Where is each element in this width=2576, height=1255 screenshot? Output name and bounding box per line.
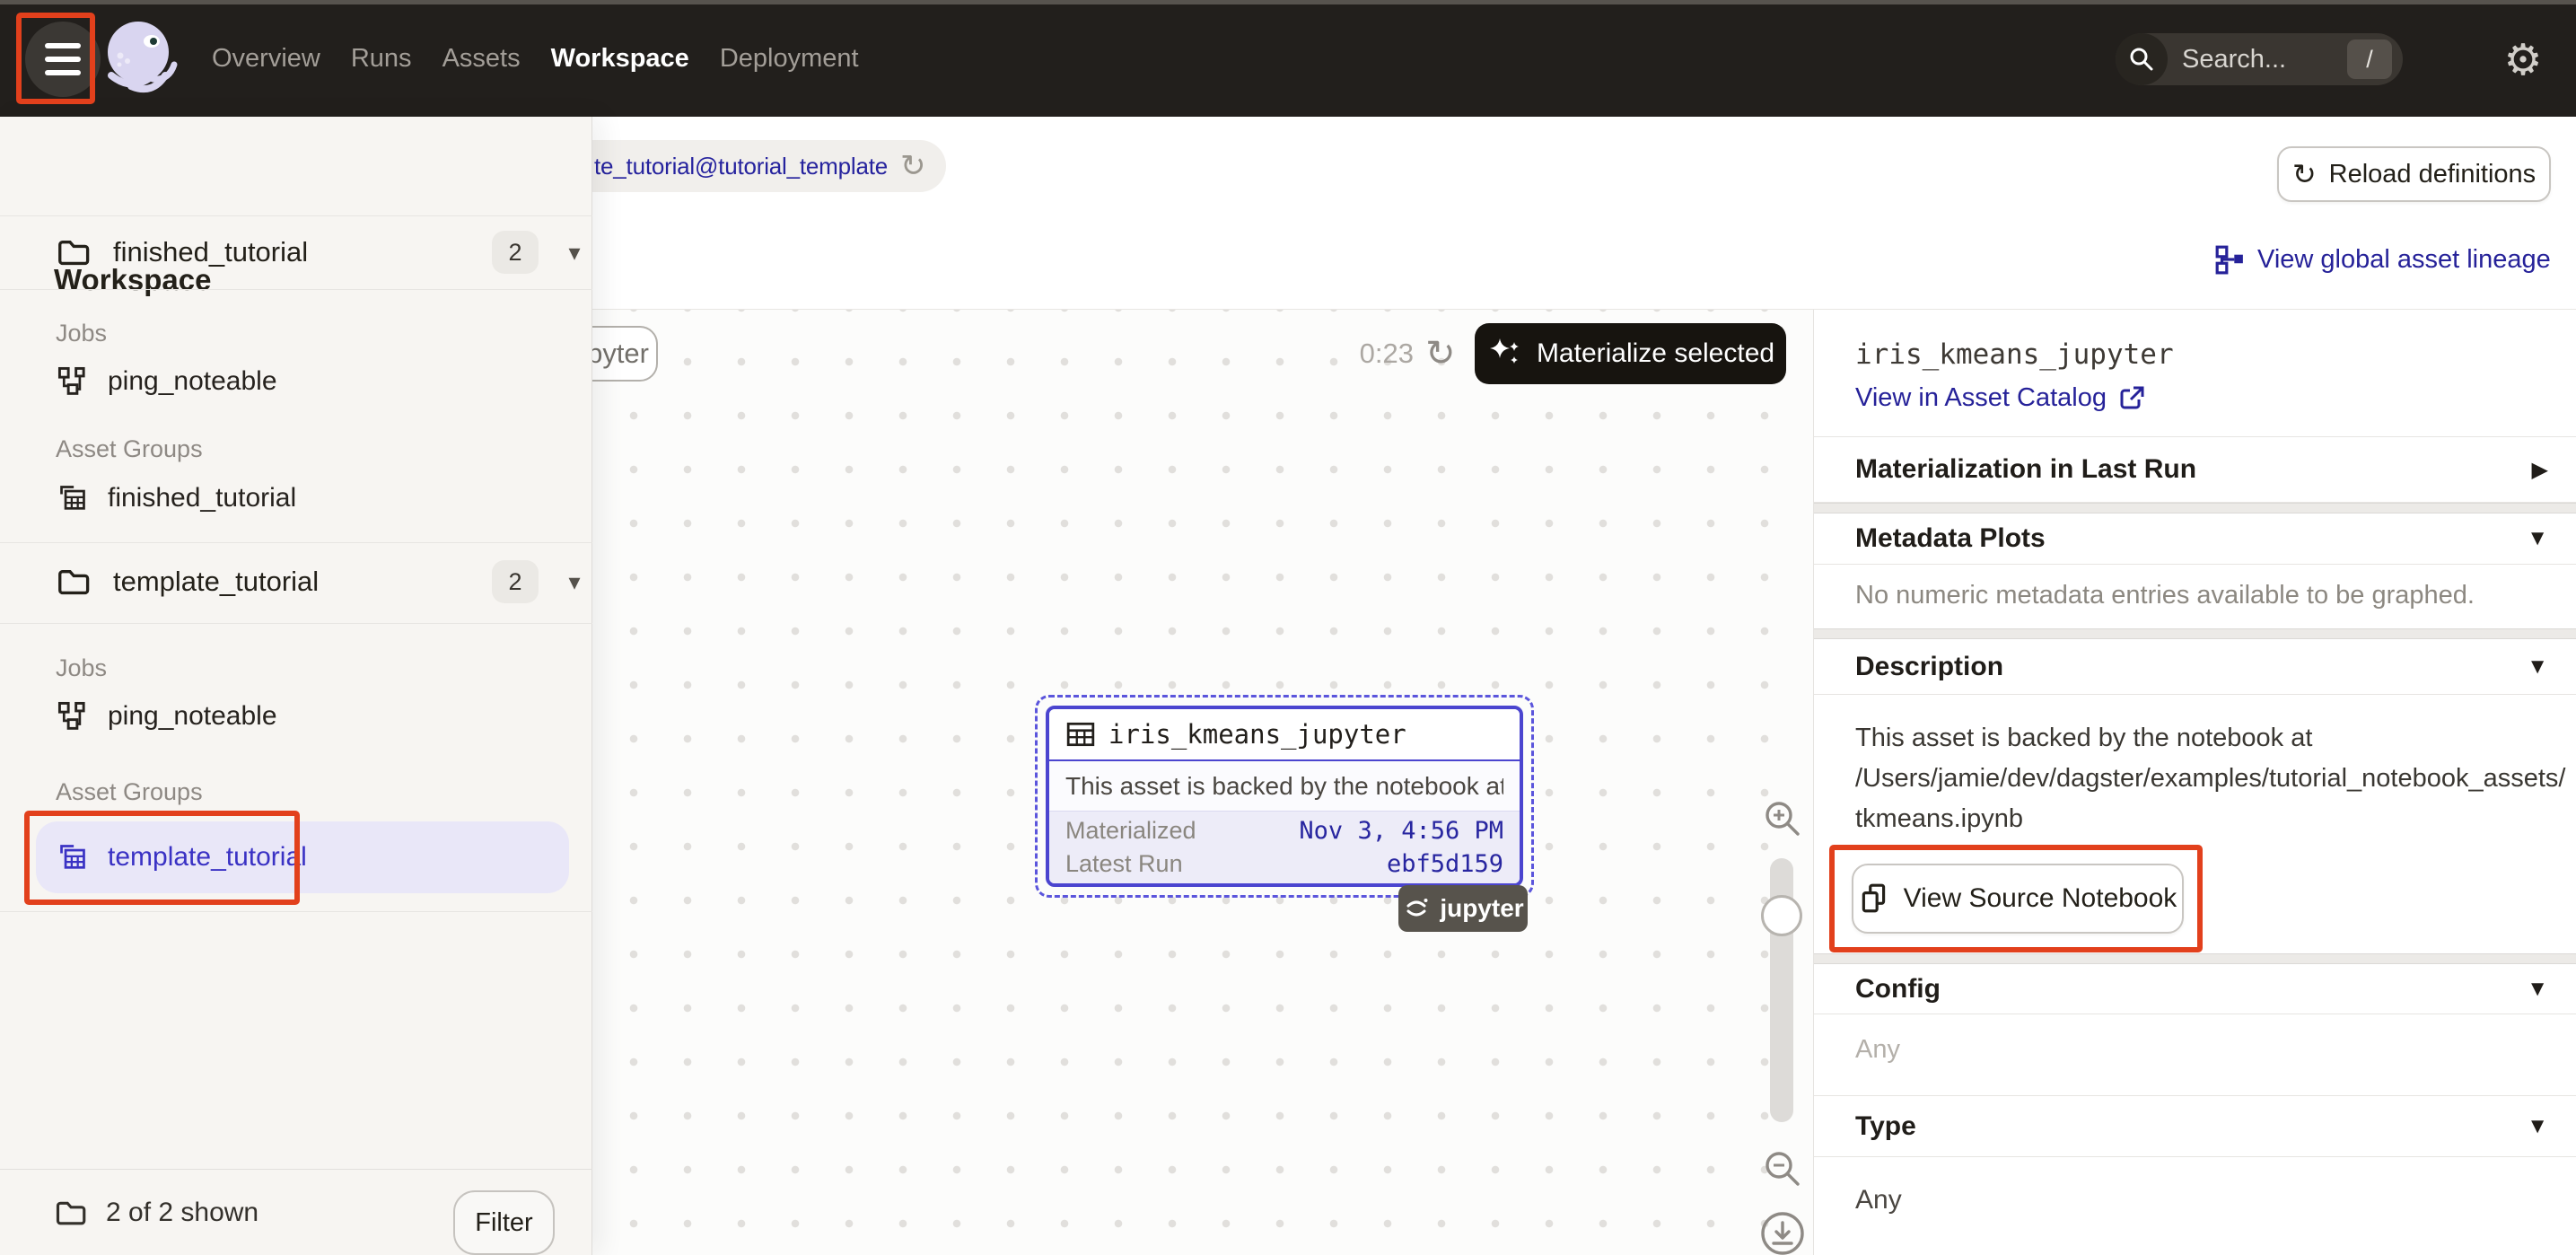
caret-down-icon[interactable]: ▼ <box>2527 977 2548 1002</box>
asset-groups-section-label: Asset Groups <box>56 778 203 806</box>
section-description[interactable]: Description ▼ <box>1814 639 2576 695</box>
hamburger-menu-button[interactable] <box>25 22 101 97</box>
jobs-section-label: Jobs <box>56 654 107 682</box>
copy-notebook-icon <box>1859 882 1889 915</box>
zoom-slider-thumb[interactable] <box>1761 895 1802 936</box>
section-separator <box>1814 628 2576 639</box>
nav-workspace[interactable]: Workspace <box>551 44 689 74</box>
shown-count-text: 2 of 2 shown <box>106 1198 258 1228</box>
repo-reload-icon[interactable]: ↻ <box>900 151 926 181</box>
search-input[interactable] <box>2180 44 2324 75</box>
workspace-sidebar: Workspace finished_tutorial 2 ▾ Jobs pin… <box>0 117 592 1255</box>
dagster-app-window: Overview Runs Assets Workspace Deploymen… <box>0 0 2576 1255</box>
zoom-out-icon[interactable] <box>1761 1147 1804 1190</box>
materialized-timestamp[interactable]: Nov 3, 4:56 PM <box>1299 817 1503 845</box>
type-value: Any <box>1855 1185 1902 1216</box>
repo-count-badge: 2 <box>492 560 539 603</box>
caret-right-icon[interactable]: ▶ <box>2532 457 2548 483</box>
chevron-down-icon[interactable]: ▾ <box>556 568 592 596</box>
view-global-asset-lineage-link[interactable]: View global asset lineage <box>2214 244 2551 275</box>
section-config[interactable]: Config ▼ <box>1814 964 2576 1014</box>
search-shortcut-key: / <box>2347 39 2392 79</box>
repo-finished-tutorial-header[interactable]: finished_tutorial 2 ▾ <box>0 216 592 288</box>
jupyter-icon <box>1402 894 1431 923</box>
divider <box>0 623 592 624</box>
view-source-notebook-button[interactable]: View Source Notebook <box>1852 864 2184 934</box>
hamburger-icon <box>45 43 81 48</box>
graph-query-text: pyter <box>587 338 649 370</box>
reload-icon: ↻ <box>2292 160 2317 189</box>
sparkles-icon <box>1486 335 1524 373</box>
chevron-down-icon[interactable]: ▾ <box>556 239 592 267</box>
jupyter-tag[interactable]: jupyter <box>1398 885 1528 932</box>
section-separator <box>1814 953 2576 964</box>
materialized-label: Materialized <box>1065 817 1196 845</box>
asset-node-stats: Materialized Nov 3, 4:56 PM Latest Run e… <box>1049 812 1520 883</box>
reload-definitions-button[interactable]: ↻ Reload definitions <box>2277 146 2551 202</box>
latest-run-label: Latest Run <box>1065 850 1183 878</box>
folder-icon <box>56 235 90 269</box>
filter-button[interactable]: Filter <box>453 1190 555 1255</box>
top-nav-bar: Overview Runs Assets Workspace Deploymen… <box>0 0 2576 117</box>
divider <box>0 289 592 290</box>
folder-icon <box>54 1197 86 1229</box>
config-value: Any <box>1855 1035 1900 1065</box>
caret-down-icon[interactable]: ▼ <box>2527 1114 2548 1139</box>
search-icon <box>2116 33 2168 85</box>
graph-refresh-icon[interactable]: ↻ <box>1425 325 1456 382</box>
metadata-empty-message: No numeric metadata entries available to… <box>1855 581 2475 610</box>
jobs-section-label: Jobs <box>56 320 107 347</box>
description-text: This asset is backed by the notebook at … <box>1855 718 2566 839</box>
nav-overview[interactable]: Overview <box>212 44 320 74</box>
divider <box>0 911 592 912</box>
nav-deployment[interactable]: Deployment <box>720 44 859 74</box>
caret-down-icon[interactable]: ▼ <box>2527 526 2548 551</box>
refresh-timer: 0:23 <box>1310 325 1414 382</box>
sidebar-item-job-ping-noteable[interactable]: ping_noteable <box>0 354 592 409</box>
repo-location-chip[interactable]: te_tutorial@tutorial_template ↻ <box>539 140 946 192</box>
download-image-icon[interactable] <box>1759 1210 1806 1255</box>
dagster-octopus-logo[interactable] <box>101 16 183 102</box>
asset-group-icon <box>57 483 88 513</box>
nav-assets[interactable]: Assets <box>442 44 521 74</box>
lineage-icon <box>2214 244 2245 275</box>
panel-asset-name: iris_kmeans_jupyter <box>1855 338 2174 371</box>
nav-runs[interactable]: Runs <box>351 44 412 74</box>
repo-location-label: te_tutorial@tutorial_template <box>594 153 888 180</box>
global-search[interactable]: / <box>2116 33 2403 85</box>
asset-node-selection-outline[interactable]: iris_kmeans_jupyter This asset is backed… <box>1035 695 1534 898</box>
primary-nav: Overview Runs Assets Workspace Deploymen… <box>212 0 859 117</box>
external-link-icon <box>2117 384 2146 413</box>
section-type[interactable]: Type ▼ <box>1814 1096 2576 1157</box>
section-separator <box>1814 503 2576 513</box>
folder-icon <box>56 565 90 599</box>
table-icon <box>1065 719 1096 750</box>
sidebar-item-group-template-tutorial[interactable]: template_tutorial <box>36 821 569 893</box>
asset-node-name: iris_kmeans_jupyter <box>1108 719 1406 750</box>
job-icon <box>57 366 88 397</box>
section-metadata-plots[interactable]: Metadata Plots ▼ <box>1814 513 2576 565</box>
caret-down-icon[interactable]: ▼ <box>2527 654 2548 680</box>
materialize-selected-button[interactable]: Materialize selected <box>1475 323 1786 384</box>
asset-node-description-row: This asset is backed by the notebook at … <box>1049 761 1520 812</box>
gear-icon[interactable]: ⚙ <box>2501 38 2545 83</box>
asset-node-header: iris_kmeans_jupyter <box>1049 709 1520 761</box>
repo-template-tutorial-header[interactable]: template_tutorial 2 ▾ <box>0 546 592 618</box>
zoom-in-icon[interactable] <box>1761 797 1804 840</box>
asset-node-iris-kmeans-jupyter[interactable]: iris_kmeans_jupyter This asset is backed… <box>1046 706 1523 887</box>
sidebar-item-group-finished-tutorial[interactable]: finished_tutorial <box>0 470 592 526</box>
repo-count-badge: 2 <box>492 231 539 274</box>
latest-run-id-link[interactable]: ebf5d159 <box>1387 850 1503 878</box>
asset-groups-section-label: Asset Groups <box>56 435 203 463</box>
divider <box>0 542 592 543</box>
job-icon <box>57 701 88 732</box>
sidebar-item-job-ping-noteable-2[interactable]: ping_noteable <box>0 689 592 744</box>
asset-group-icon <box>57 842 88 873</box>
view-in-asset-catalog-link[interactable]: View in Asset Catalog <box>1855 383 2146 413</box>
section-materialization-last-run[interactable]: Materialization in Last Run ▶ <box>1814 436 2576 503</box>
asset-details-panel: iris_kmeans_jupyter View in Asset Catalo… <box>1813 310 2576 1255</box>
